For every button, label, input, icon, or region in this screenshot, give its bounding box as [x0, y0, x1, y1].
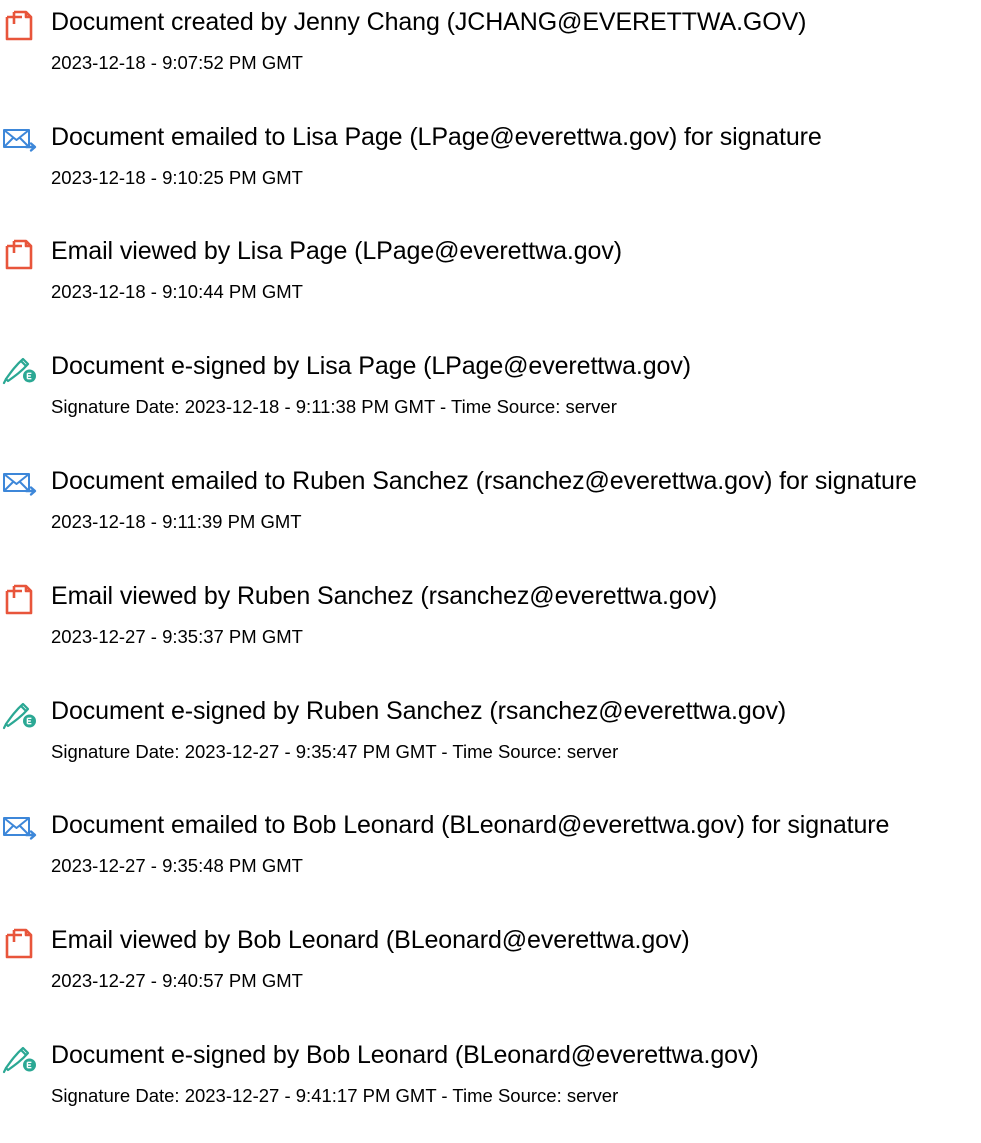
document-icon — [2, 926, 38, 960]
event-title: Document e-signed by Lisa Page (LPage@ev… — [51, 352, 691, 380]
event-signature-date: Signature Date: 2023-12-18 - 9:11:38 PM … — [51, 396, 617, 417]
event-title: Email viewed by Lisa Page (LPage@everett… — [51, 237, 622, 265]
audit-event: Email viewed by Lisa Page (LPage@everett… — [0, 229, 981, 339]
event-title: Document emailed to Bob Leonard (BLeonar… — [51, 811, 890, 839]
document-icon — [2, 582, 38, 616]
event-title: Document e-signed by Bob Leonard (BLeona… — [51, 1041, 759, 1069]
event-signature-date: Signature Date: 2023-12-27 - 9:35:47 PM … — [51, 741, 619, 762]
audit-event: Document emailed to Bob Leonard (BLeonar… — [0, 803, 981, 913]
audit-event: Document created by Jenny Chang (JCHANG@… — [0, 0, 981, 110]
audit-event: Email viewed by Ruben Sanchez (rsanchez@… — [0, 574, 981, 684]
event-title: Email viewed by Ruben Sanchez (rsanchez@… — [51, 582, 718, 610]
esign-pen-icon — [2, 352, 38, 386]
event-title: Document e-signed by Ruben Sanchez (rsan… — [51, 697, 787, 725]
event-title: Document created by Jenny Chang (JCHANG@… — [51, 8, 807, 36]
document-icon — [2, 237, 38, 271]
esign-pen-icon — [2, 697, 38, 731]
event-timestamp: 2023-12-18 - 9:10:44 PM GMT — [51, 281, 303, 302]
event-timestamp: 2023-12-27 - 9:35:48 PM GMT — [51, 855, 303, 876]
event-title: Document emailed to Ruben Sanchez (rsanc… — [51, 467, 917, 495]
event-title: Document emailed to Lisa Page (LPage@eve… — [51, 123, 822, 151]
audit-event: Email viewed by Bob Leonard (BLeonard@ev… — [0, 918, 981, 1028]
event-timestamp: 2023-12-18 - 9:10:25 PM GMT — [51, 167, 303, 188]
email-sent-icon — [2, 467, 38, 501]
audit-event: Document e-signed by Lisa Page (LPage@ev… — [0, 344, 981, 454]
audit-event: Document emailed to Ruben Sanchez (rsanc… — [0, 459, 981, 569]
esign-pen-icon — [2, 1041, 38, 1075]
event-timestamp: 2023-12-18 - 9:07:52 PM GMT — [51, 52, 303, 73]
event-timestamp: 2023-12-27 - 9:35:37 PM GMT — [51, 626, 303, 647]
event-timestamp: 2023-12-18 - 9:11:39 PM GMT — [51, 511, 302, 532]
email-sent-icon — [2, 811, 38, 845]
audit-event: Document emailed to Lisa Page (LPage@eve… — [0, 115, 981, 225]
audit-event: Document e-signed by Bob Leonard (BLeona… — [0, 1033, 981, 1143]
event-signature-date: Signature Date: 2023-12-27 - 9:41:17 PM … — [51, 1085, 619, 1106]
event-title: Email viewed by Bob Leonard (BLeonard@ev… — [51, 926, 690, 954]
event-timestamp: 2023-12-27 - 9:40:57 PM GMT — [51, 970, 303, 991]
audit-event: Document e-signed by Ruben Sanchez (rsan… — [0, 689, 981, 799]
email-sent-icon — [2, 123, 38, 157]
document-icon — [2, 8, 38, 42]
